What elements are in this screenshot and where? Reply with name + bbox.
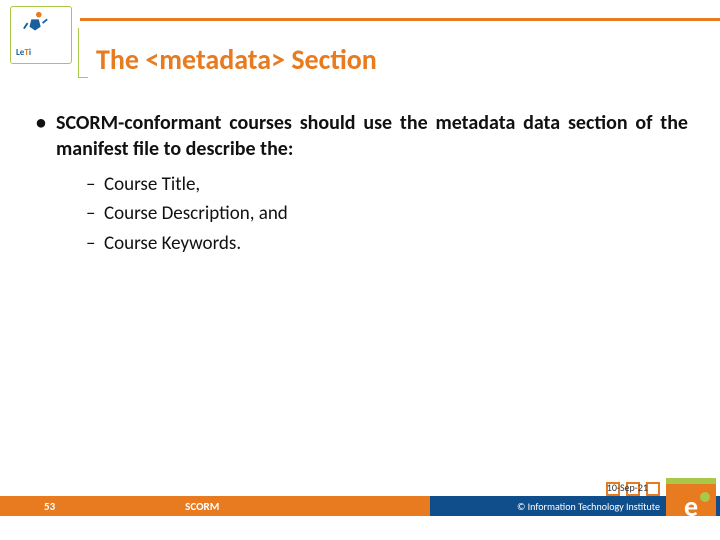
title-corner-rule <box>78 28 88 78</box>
slide-body: SCORM-conformant courses should use the … <box>32 110 688 258</box>
runner-icon <box>22 10 50 38</box>
copyright-text: © Information Technology Institute <box>517 500 660 513</box>
main-bullet: SCORM-conformant courses should use the … <box>32 110 688 162</box>
logo-text-3: i <box>29 47 31 58</box>
list-item: Course Description, and <box>86 199 688 228</box>
header-rule <box>80 18 720 21</box>
list-item: Course Keywords. <box>86 229 688 258</box>
slide-date: 10-Sep-21 <box>607 481 648 494</box>
page-number: 53 <box>44 500 55 513</box>
bottom-margin <box>0 516 720 540</box>
sub-bullet-list: Course Title, Course Description, and Co… <box>32 170 688 258</box>
brand-logo: LeTi <box>10 6 72 64</box>
footer-topic: SCORM <box>185 500 219 513</box>
list-item: Course Title, <box>86 170 688 199</box>
footer-bar-left: 53 SCORM <box>0 496 430 516</box>
slide-title: The <metadata> Section <box>96 42 377 77</box>
